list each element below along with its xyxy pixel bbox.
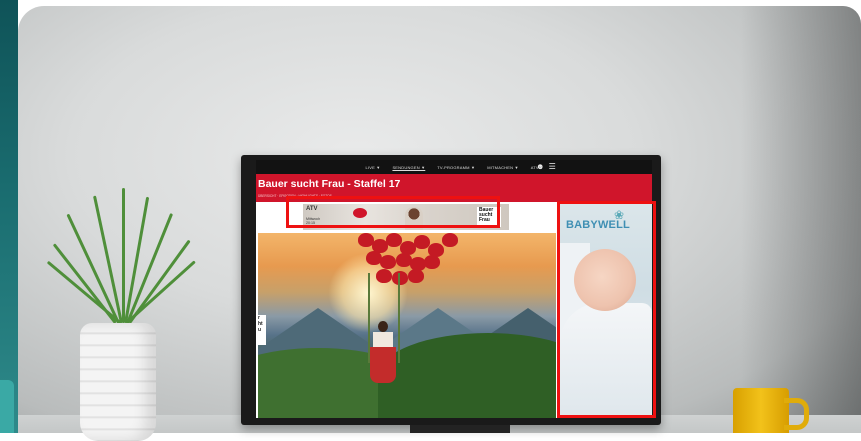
wall-shadow [741, 6, 861, 433]
heart-balloon [424, 255, 440, 269]
ad-banner-highlight-box [286, 196, 500, 228]
nav-icons: ☻ ☰ [536, 162, 556, 171]
woman-on-swing [370, 321, 396, 387]
heart-balloon [380, 255, 396, 269]
swing-rope [398, 273, 400, 363]
heart-balloon [442, 233, 458, 247]
nav-item-tv-programm[interactable]: TV-PROGRAMM ▼ [437, 165, 475, 170]
hero-side-logo: r ht u [258, 315, 266, 345]
left-teal-strip [0, 0, 18, 433]
page-title: Bauer sucht Frau - Staffel 17 [258, 178, 401, 190]
user-icon[interactable]: ☻ [536, 162, 545, 171]
potted-plant [46, 188, 196, 441]
nav-item-sendungen[interactable]: SENDUNGEN ▼ [392, 165, 425, 170]
hero-image: r ht u [258, 233, 556, 418]
white-pot [80, 323, 156, 441]
teal-bottle [0, 380, 14, 433]
mug-handle [784, 398, 809, 430]
nav-item-mitmachen[interactable]: MITMACHEN ▼ [487, 165, 519, 170]
yellow-mug [733, 388, 789, 433]
heart-balloon [376, 269, 392, 283]
tv-stand [410, 425, 510, 433]
menu-icon[interactable]: ☰ [549, 162, 556, 171]
heart-balloon [392, 271, 408, 285]
top-navigation: LIVE ▼ SENDUNGEN ▼ TV-PROGRAMM ▼ MITMACH… [256, 160, 652, 174]
side-ad-highlight-box [557, 201, 656, 418]
heart-balloon [408, 269, 424, 283]
nav-item-live[interactable]: LIVE ▼ [365, 165, 380, 170]
